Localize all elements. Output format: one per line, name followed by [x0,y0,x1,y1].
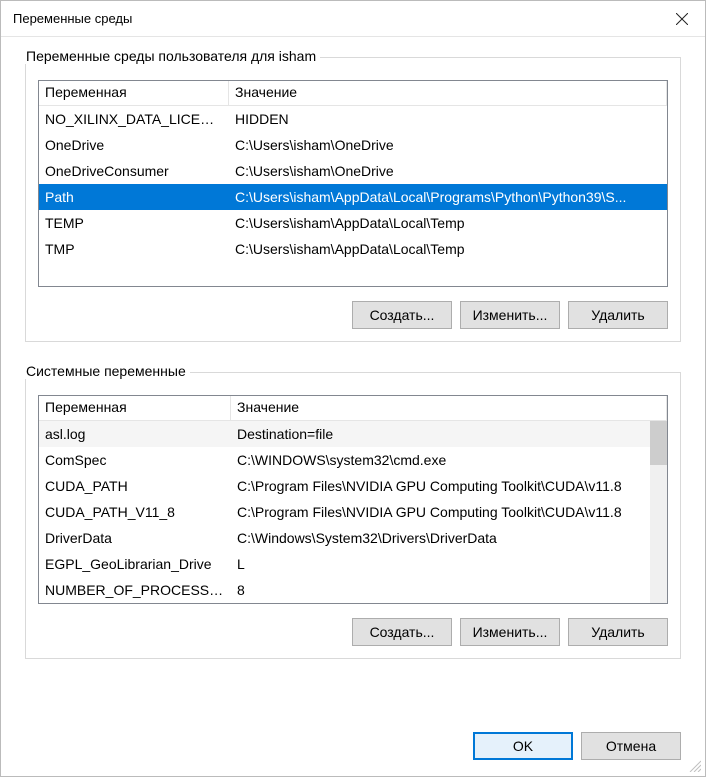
system-vars-legend: Системные переменные [24,363,190,379]
table-row[interactable]: asl.logDestination=file [39,421,667,447]
sys-col-value[interactable]: Значение [231,396,667,420]
var-value-cell: C:\Users\isham\OneDrive [229,137,667,153]
close-button[interactable] [659,1,705,37]
sys-new-button[interactable]: Создать... [352,618,452,646]
window-title: Переменные среды [13,11,659,26]
var-name-cell: NUMBER_OF_PROCESSORS [39,582,231,598]
table-row[interactable]: OneDriveConsumerC:\Users\isham\OneDrive [39,158,667,184]
system-vars-group: Системные переменные Переменная Значение… [25,372,681,659]
system-vars-rows: asl.logDestination=fileComSpecC:\WINDOWS… [39,421,667,603]
user-new-button[interactable]: Создать... [352,301,452,329]
var-name-cell: OneDrive [39,137,229,153]
var-name-cell: TEMP [39,215,229,231]
table-row[interactable]: CUDA_PATHC:\Program Files\NVIDIA GPU Com… [39,473,667,499]
ok-button[interactable]: OK [473,732,573,760]
system-vars-list[interactable]: Переменная Значение asl.logDestination=f… [38,395,668,604]
var-value-cell: C:\Program Files\NVIDIA GPU Computing To… [231,504,667,520]
user-col-value[interactable]: Значение [229,81,667,105]
var-value-cell: C:\Users\isham\AppData\Local\Temp [229,241,667,257]
dialog-content: Переменные среды пользователя для isham … [1,37,705,776]
table-row[interactable]: TEMPC:\Users\isham\AppData\Local\Temp [39,210,667,236]
var-value-cell: HIDDEN [229,111,667,127]
var-value-cell: C:\Users\isham\AppData\Local\Temp [229,215,667,231]
table-row[interactable]: TMPC:\Users\isham\AppData\Local\Temp [39,236,667,262]
var-name-cell: OneDriveConsumer [39,163,229,179]
user-vars-rows: NO_XILINX_DATA_LICENSEHIDDENOneDriveC:\U… [39,106,667,286]
var-name-cell: Path [39,189,229,205]
cancel-button[interactable]: Отмена [581,732,681,760]
var-name-cell: NO_XILINX_DATA_LICENSE [39,111,229,127]
close-icon [676,13,688,25]
dialog-footer: OK Отмена [25,732,681,760]
sys-delete-button[interactable]: Удалить [568,618,668,646]
system-vars-scrollbar[interactable] [650,421,667,603]
table-row[interactable]: CUDA_PATH_V11_8C:\Program Files\NVIDIA G… [39,499,667,525]
var-value-cell: L [231,556,667,572]
user-vars-group: Переменные среды пользователя для isham … [25,57,681,342]
var-name-cell: EGPL_GeoLibrarian_Drive [39,556,231,572]
table-row[interactable]: ComSpecC:\WINDOWS\system32\cmd.exe [39,447,667,473]
table-row[interactable]: OneDriveC:\Users\isham\OneDrive [39,132,667,158]
var-name-cell: TMP [39,241,229,257]
table-row[interactable]: DriverDataC:\Windows\System32\Drivers\Dr… [39,525,667,551]
resize-grip-icon [687,758,701,772]
table-row[interactable]: NO_XILINX_DATA_LICENSEHIDDEN [39,106,667,132]
sys-edit-button[interactable]: Изменить... [460,618,560,646]
var-value-cell: C:\Users\isham\OneDrive [229,163,667,179]
var-name-cell: CUDA_PATH [39,478,231,494]
var-value-cell: C:\Program Files\NVIDIA GPU Computing To… [231,478,667,494]
var-name-cell: DriverData [39,530,231,546]
sys-col-variable[interactable]: Переменная [39,396,231,420]
table-row[interactable]: PathC:\Users\isham\AppData\Local\Program… [39,184,667,210]
var-value-cell: C:\WINDOWS\system32\cmd.exe [231,452,667,468]
user-vars-buttons: Создать... Изменить... Удалить [38,301,668,329]
user-vars-legend: Переменные среды пользователя для isham [24,48,320,64]
user-vars-list[interactable]: Переменная Значение NO_XILINX_DATA_LICEN… [38,80,668,287]
var-name-cell: CUDA_PATH_V11_8 [39,504,231,520]
env-vars-dialog: Переменные среды Переменные среды пользо… [0,0,706,777]
table-row[interactable]: NUMBER_OF_PROCESSORS8 [39,577,667,603]
resize-grip[interactable] [687,758,701,772]
system-vars-buttons: Создать... Изменить... Удалить [38,618,668,646]
var-value-cell: C:\Users\isham\AppData\Local\Programs\Py… [229,189,667,205]
user-delete-button[interactable]: Удалить [568,301,668,329]
var-name-cell: ComSpec [39,452,231,468]
user-col-variable[interactable]: Переменная [39,81,229,105]
table-row[interactable]: EGPL_GeoLibrarian_DriveL [39,551,667,577]
titlebar: Переменные среды [1,1,705,37]
var-value-cell: Destination=file [231,426,667,442]
var-value-cell: 8 [231,582,667,598]
user-vars-headers: Переменная Значение [39,81,667,106]
var-name-cell: asl.log [39,426,231,442]
var-value-cell: C:\Windows\System32\Drivers\DriverData [231,530,667,546]
user-edit-button[interactable]: Изменить... [460,301,560,329]
scrollbar-thumb[interactable] [650,421,667,465]
system-vars-headers: Переменная Значение [39,396,667,421]
